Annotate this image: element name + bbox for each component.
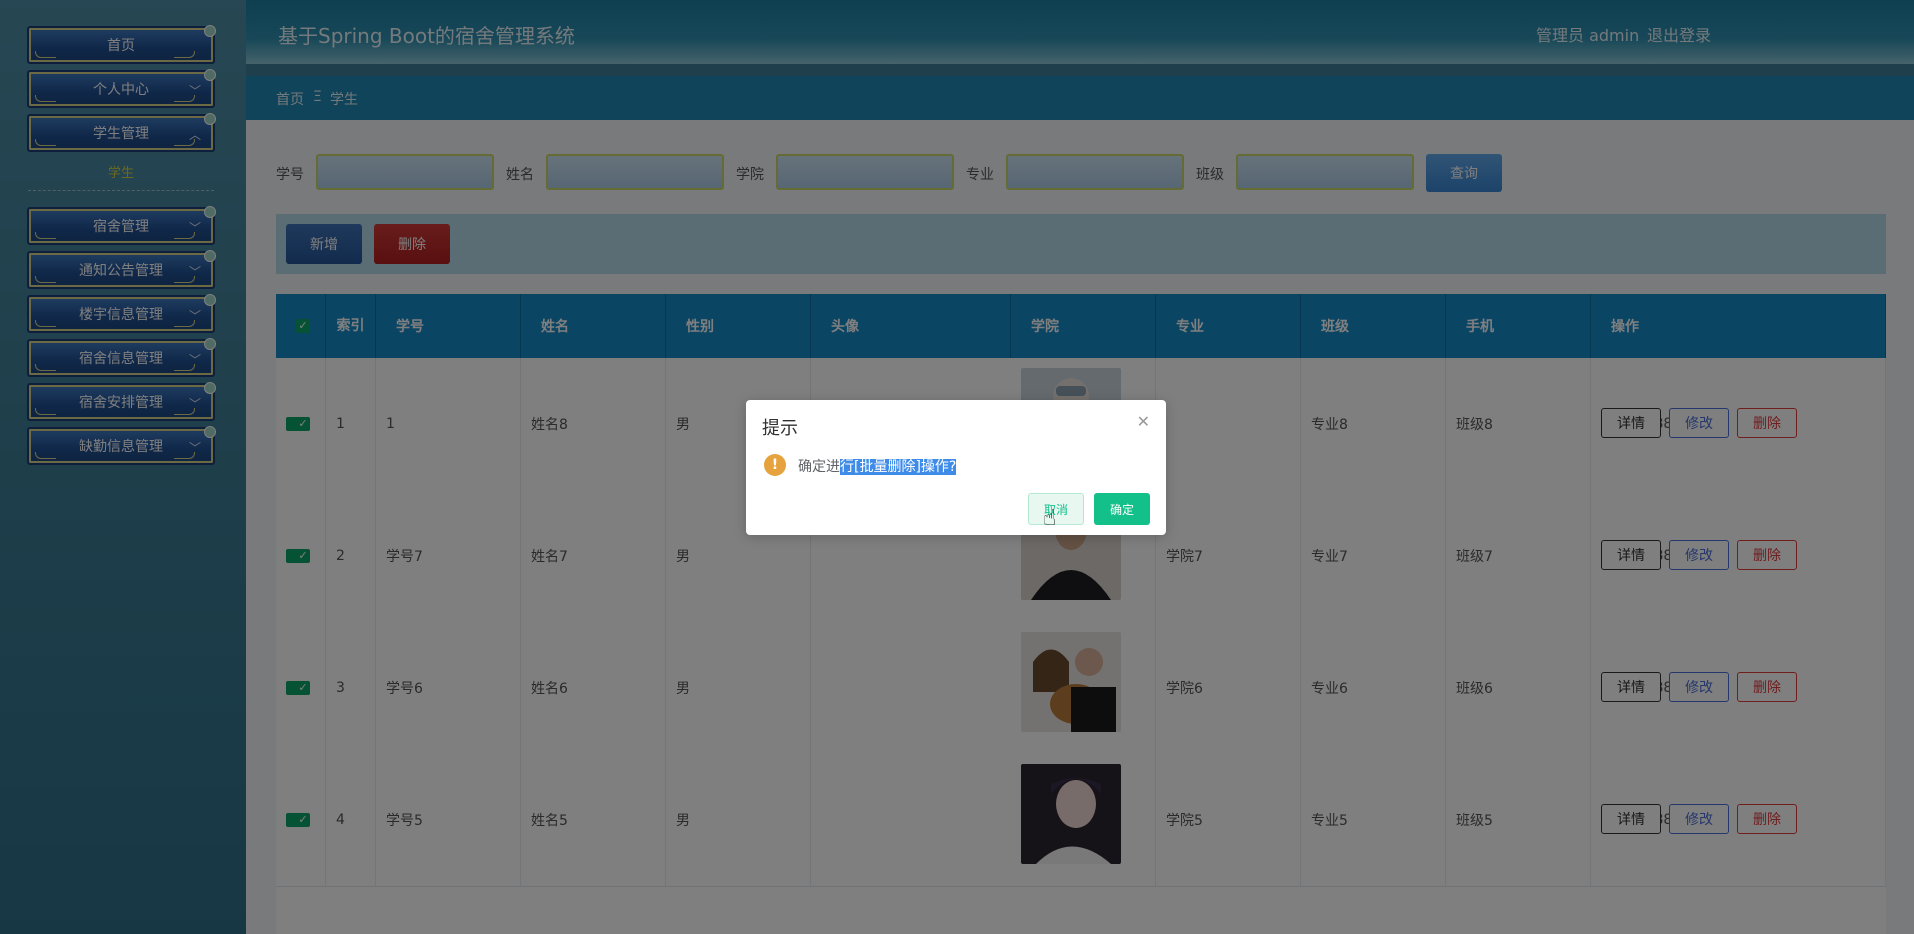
pointer-cursor-icon: ☝ <box>1043 506 1057 531</box>
warning-icon: ! <box>764 454 786 476</box>
confirm-dialog: 提示 ✕ ! 确定进行[批量删除]操作? 取消 确定 <box>746 400 1166 535</box>
dialog-message-selected: 行[批量删除]操作? <box>840 459 957 475</box>
dialog-message: 确定进行[批量删除]操作? <box>798 456 957 476</box>
dialog-message-prefix: 确定进 <box>798 459 840 475</box>
dialog-confirm-button[interactable]: 确定 <box>1094 493 1150 525</box>
dialog-title: 提示 <box>762 418 798 439</box>
close-icon[interactable]: ✕ <box>1137 412 1150 431</box>
